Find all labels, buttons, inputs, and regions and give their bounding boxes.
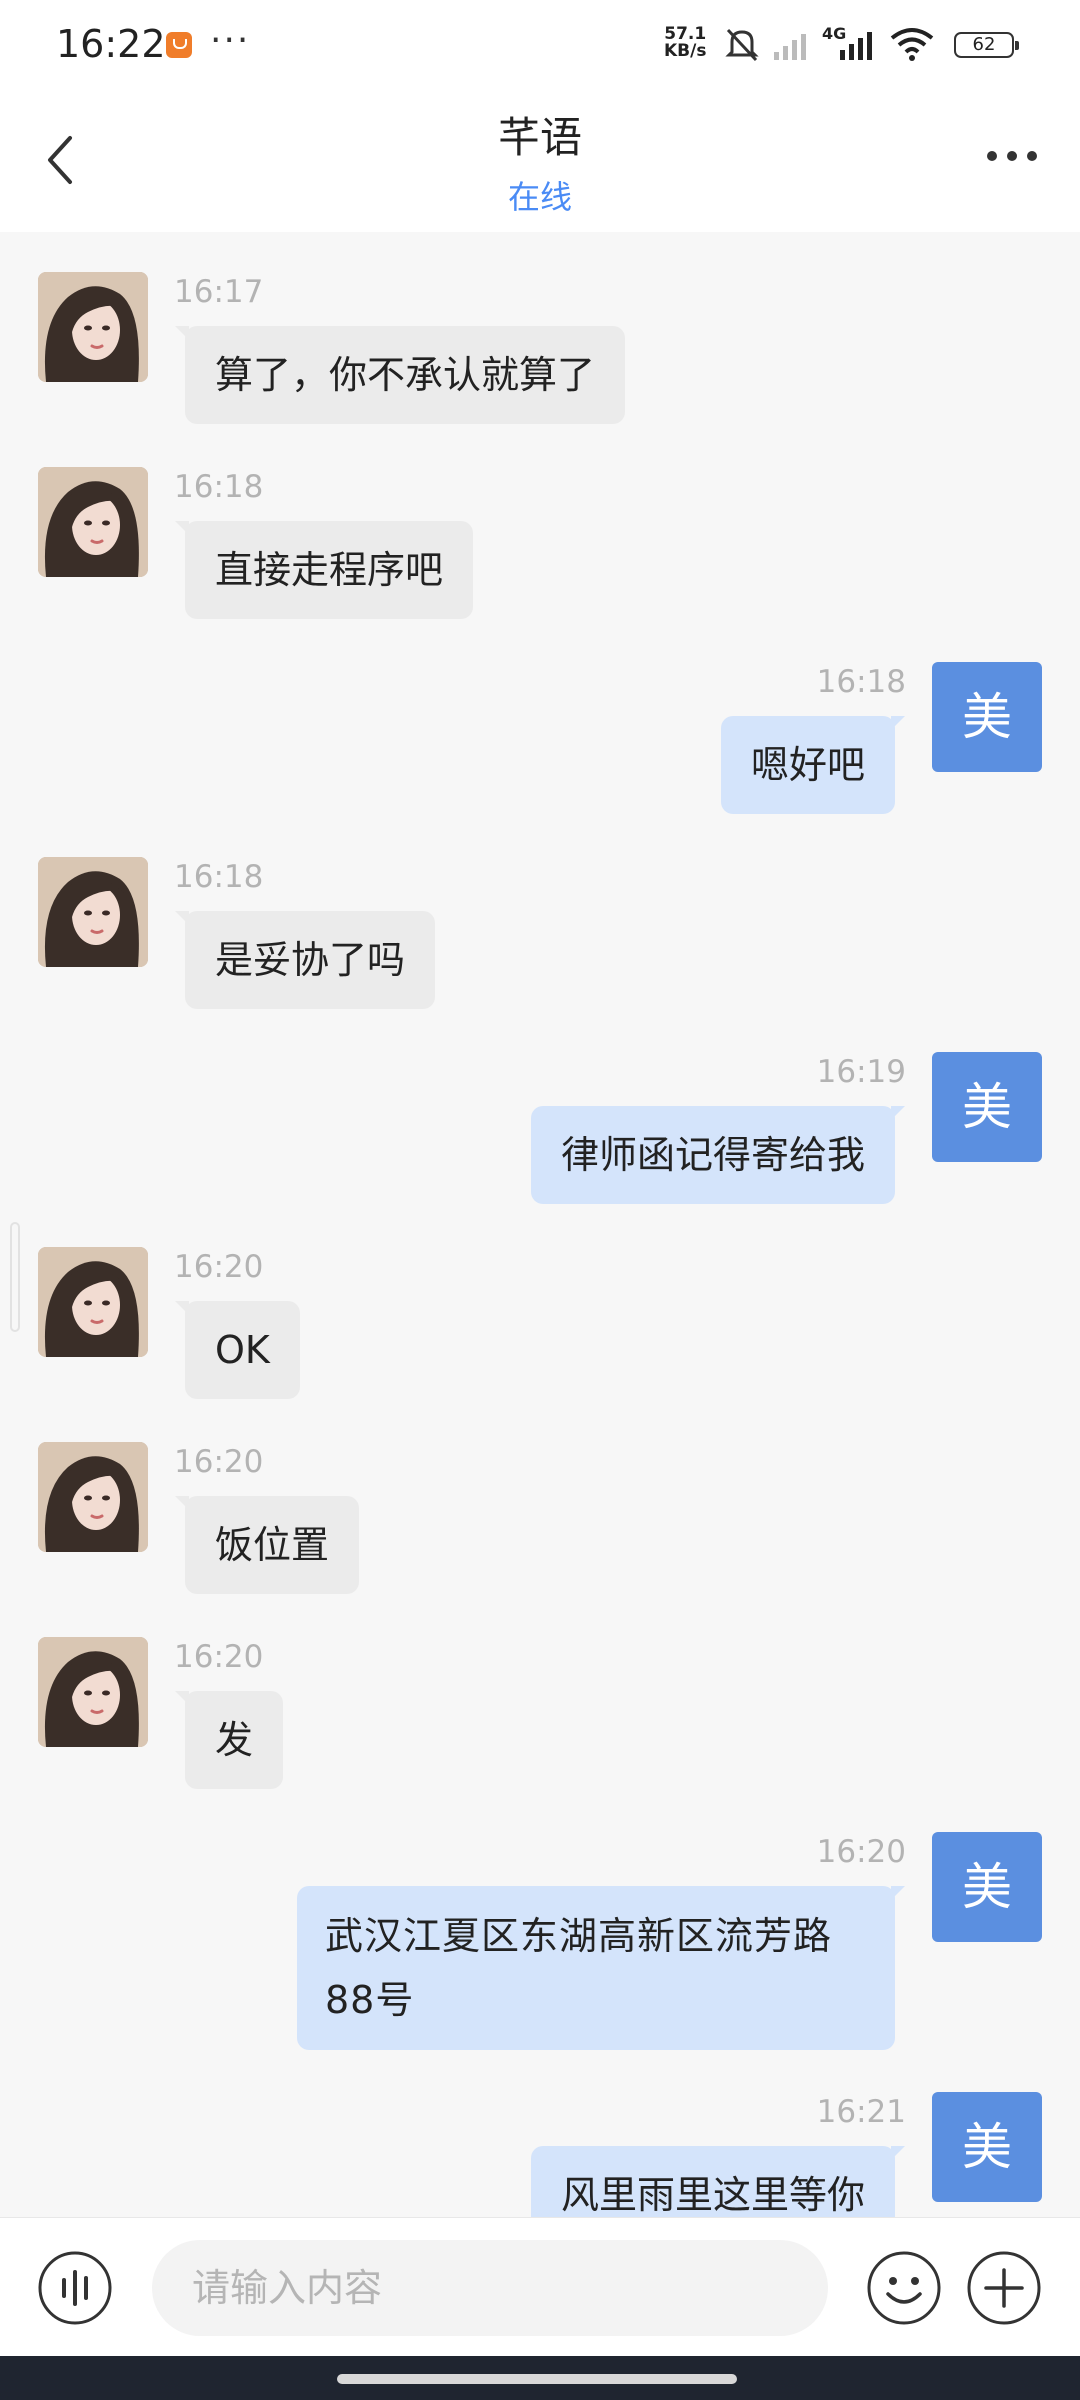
- voice-button[interactable]: [37, 2250, 113, 2326]
- network-speed: 57.1 KB/s: [664, 26, 706, 60]
- system-nav-bar: [0, 2356, 1080, 2400]
- contact-avatar-image: [38, 857, 148, 967]
- contact-avatar-image: [38, 272, 148, 382]
- contact-avatar-image: [38, 1247, 148, 1357]
- message-time: 16:18: [816, 664, 906, 700]
- battery-icon: 62: [954, 32, 1019, 58]
- message-bubble-outgoing[interactable]: 武汉江夏区东湖高新区流芳路88号: [297, 1886, 905, 2050]
- more-notifications-icon: ···: [210, 20, 251, 61]
- contact-avatar[interactable]: [38, 1247, 148, 1357]
- message-time: 16:19: [816, 1054, 906, 1090]
- signal-4g-icon: [840, 32, 872, 60]
- message-bubble-incoming[interactable]: 发: [174, 1691, 284, 1789]
- message-time: 16:20: [174, 1639, 264, 1675]
- status-bar: 16:22 ··· 57.1 KB/s 4G 62: [0, 0, 1080, 88]
- contact-avatar[interactable]: [38, 467, 148, 577]
- message-time: 16:18: [174, 469, 264, 505]
- message-bubble-outgoing[interactable]: 嗯好吧: [720, 716, 906, 814]
- message-time: 16:20: [174, 1249, 264, 1285]
- chat-header: 芊语 在线: [0, 88, 1080, 232]
- more-options-button[interactable]: [984, 144, 1040, 168]
- waveform-icon: [62, 2270, 88, 2306]
- network-speed-unit: KB/s: [664, 41, 707, 61]
- contact-avatar-image: [38, 1442, 148, 1552]
- contact-avatar[interactable]: [38, 1442, 148, 1552]
- message-time: 16:20: [816, 1834, 906, 1870]
- contact-avatar-image: [38, 1637, 148, 1747]
- my-avatar[interactable]: 美: [932, 2092, 1042, 2202]
- message-bubble-incoming[interactable]: OK: [175, 1301, 300, 1399]
- message-bubble-incoming[interactable]: 饭位置: [174, 1496, 360, 1594]
- message-bubble-incoming[interactable]: 算了，你不承认就算了: [174, 326, 626, 424]
- my-avatar[interactable]: 美: [932, 1832, 1042, 1942]
- my-avatar[interactable]: 美: [932, 662, 1042, 772]
- emoji-button[interactable]: [866, 2250, 942, 2326]
- message-time: 16:21: [816, 2094, 906, 2130]
- add-attachment-button[interactable]: [966, 2250, 1042, 2326]
- signal-sim2-icon: [774, 34, 806, 60]
- contact-avatar[interactable]: [38, 1637, 148, 1747]
- message-time: 16:20: [174, 1444, 264, 1480]
- app-notification-icon: [166, 32, 192, 58]
- message-input[interactable]: [152, 2240, 828, 2336]
- online-status: 在线: [507, 178, 572, 216]
- scroll-indicator[interactable]: [10, 1222, 20, 1332]
- message-time: 16:18: [174, 859, 264, 895]
- message-time: 16:17: [174, 274, 264, 310]
- wifi-icon: [890, 28, 934, 61]
- contact-avatar-image: [38, 467, 148, 577]
- contact-avatar[interactable]: [38, 272, 148, 382]
- input-bar: [0, 2217, 1080, 2357]
- message-bubble-outgoing[interactable]: 风里雨里这里等你: [530, 2146, 906, 2217]
- status-time: 16:22: [56, 22, 166, 66]
- message-bubble-incoming[interactable]: 直接走程序吧: [174, 521, 474, 619]
- chat-title: 芊语: [497, 113, 582, 162]
- my-avatar[interactable]: 美: [932, 1052, 1042, 1162]
- message-bubble-incoming[interactable]: 是妥协了吗: [174, 911, 436, 1009]
- mute-icon: [725, 28, 759, 62]
- contact-avatar[interactable]: [38, 857, 148, 967]
- chat-message-list[interactable]: 16:17 算了，你不承认就算了 16:18 直接走程序吧 美 16:18 嗯好…: [0, 232, 1080, 2217]
- home-gesture-handle[interactable]: [337, 2374, 737, 2384]
- message-bubble-outgoing[interactable]: 律师函记得寄给我: [530, 1106, 906, 1204]
